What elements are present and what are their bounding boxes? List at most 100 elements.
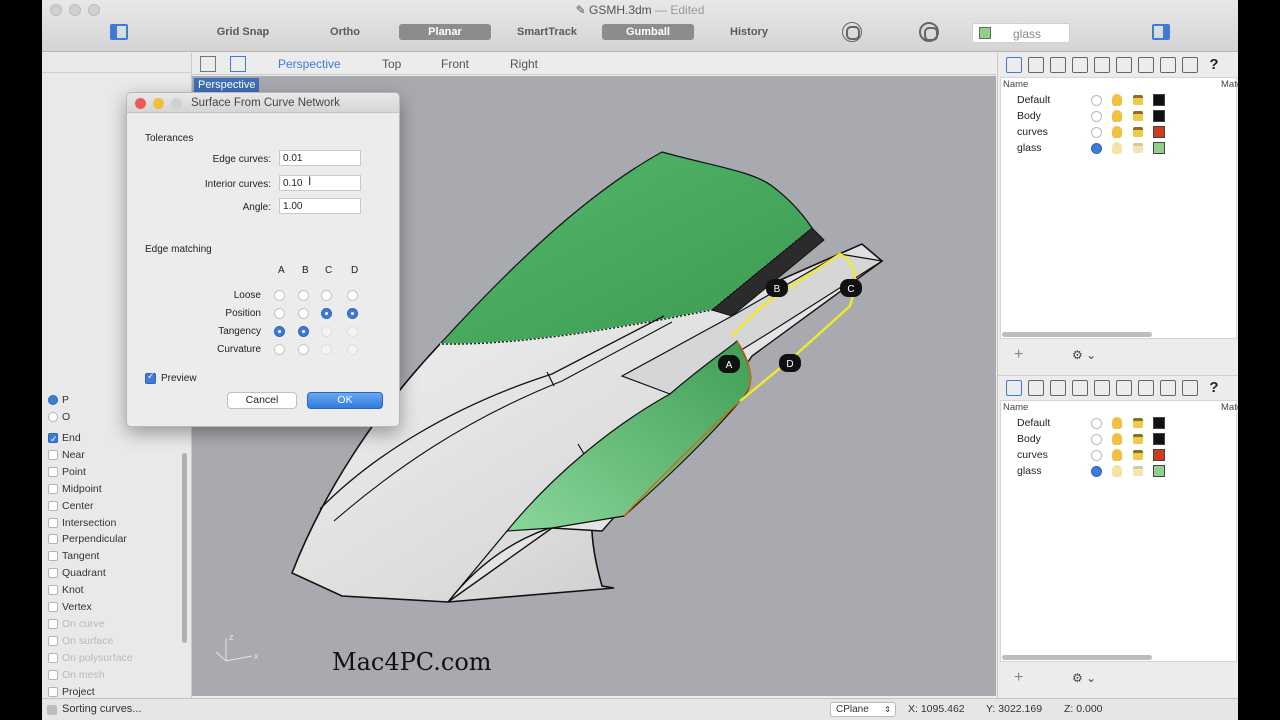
planar-toggle[interactable]: Planar (399, 24, 491, 40)
current-layer-radio[interactable] (1091, 418, 1102, 429)
current-layer-radio[interactable] (1091, 95, 1102, 106)
lightbulb-icon[interactable] (1112, 126, 1122, 138)
ok-button[interactable]: OK (307, 392, 383, 409)
current-layer-radio[interactable] (1091, 434, 1102, 445)
lightbulb-icon[interactable] (1112, 417, 1122, 429)
osnap-on-surface[interactable]: On surface (48, 633, 113, 649)
resize-grip-icon[interactable] (47, 705, 57, 715)
target-icon[interactable] (919, 22, 939, 42)
lock-icon[interactable] (1133, 111, 1143, 121)
notes-icon[interactable] (1138, 380, 1154, 396)
lock-icon[interactable] (1133, 466, 1143, 476)
layer-list-scrollbar[interactable] (1002, 332, 1152, 337)
current-layer-radio[interactable] (1091, 450, 1102, 461)
radio-position-a[interactable] (274, 308, 285, 319)
current-layer-radio[interactable] (1091, 111, 1102, 122)
radio-position-c[interactable] (321, 308, 332, 319)
lock-icon[interactable] (1133, 418, 1143, 428)
tab-top[interactable]: Top (382, 57, 401, 71)
lock-icon[interactable] (1133, 434, 1143, 444)
history-toggle[interactable]: History (714, 24, 784, 40)
radio-tangency-b[interactable] (298, 326, 309, 337)
layer-color-swatch[interactable] (1153, 94, 1165, 106)
current-layer-radio[interactable] (1091, 127, 1102, 138)
material-column-header[interactable]: Materia (1221, 79, 1238, 90)
cancel-button[interactable]: Cancel (227, 392, 297, 409)
monitor-icon[interactable] (1182, 380, 1198, 396)
dialog-minimize-button[interactable] (153, 98, 164, 109)
osnap-center[interactable]: Center (48, 498, 94, 514)
sun-icon[interactable] (1160, 57, 1176, 73)
radio-loose-b[interactable] (298, 290, 309, 301)
display-icon[interactable] (1116, 57, 1132, 73)
osnap-perpendicular[interactable]: Perpendicular (48, 531, 127, 547)
layer-options-gear-icon[interactable]: ⚙ ⌄ (1072, 669, 1100, 687)
left-sidebar-scrollbar[interactable] (182, 453, 187, 643)
tab-perspective[interactable]: Perspective (278, 57, 341, 71)
osnap-on-curve[interactable]: On curve (48, 616, 105, 632)
osnap-intersection[interactable]: Intersection (48, 515, 116, 531)
osnap-mode-radio-1[interactable]: O (48, 409, 70, 425)
name-column-header[interactable]: Name (1003, 402, 1028, 413)
display-icon[interactable] (1116, 380, 1132, 396)
layer-row-glass[interactable]: glass (1001, 463, 1238, 479)
interior-curves-field[interactable] (279, 175, 361, 191)
lightbulb-icon[interactable] (1112, 94, 1122, 106)
radio-position-b[interactable] (298, 308, 309, 319)
lightbulb-icon[interactable] (1112, 110, 1122, 122)
lightbulb-icon[interactable] (1112, 449, 1122, 461)
layer-row-curves[interactable]: curves (1001, 124, 1238, 140)
layer-row-glass[interactable]: glass (1001, 140, 1238, 156)
osnap-point[interactable]: Point (48, 464, 86, 480)
layer-options-gear-icon[interactable]: ⚙ ⌄ (1072, 346, 1100, 364)
osnap-on-mesh[interactable]: On mesh (48, 667, 105, 683)
osnap-midpoint[interactable]: Midpoint (48, 481, 102, 497)
toggle-right-sidebar-icon[interactable] (1152, 24, 1170, 40)
four-viewports-icon[interactable] (200, 56, 216, 72)
tab-right[interactable]: Right (510, 57, 538, 71)
marker-b[interactable]: B (766, 279, 788, 297)
angle-field[interactable] (279, 198, 361, 214)
layer-list-scrollbar[interactable] (1002, 655, 1152, 660)
current-layer-dropdown[interactable]: glass (972, 23, 1070, 43)
layers-icon[interactable] (1006, 57, 1022, 73)
current-layer-radio[interactable] (1091, 143, 1102, 154)
gumball-toggle[interactable]: Gumball (602, 24, 694, 40)
osnap-near[interactable]: Near (48, 447, 85, 463)
radio-tangency-a[interactable] (274, 326, 285, 337)
layer-color-swatch[interactable] (1153, 433, 1165, 445)
smarttrack-toggle[interactable]: SmartTrack (508, 24, 586, 40)
cplane-dropdown[interactable]: CPlane ⇕ (830, 702, 896, 717)
layer-row-body[interactable]: Body (1001, 108, 1238, 124)
osnap-mode-radio-0[interactable]: P (48, 392, 69, 408)
notes-icon[interactable] (1138, 57, 1154, 73)
help-icon[interactable]: ? (1206, 57, 1222, 73)
toggle-left-sidebar-icon[interactable] (110, 24, 128, 40)
marker-d[interactable]: D (779, 354, 801, 372)
object-icon[interactable] (1072, 57, 1088, 73)
lightbulb-icon[interactable] (1112, 465, 1122, 477)
tab-front[interactable]: Front (441, 57, 469, 71)
radio-loose-a[interactable] (274, 290, 285, 301)
layer-color-swatch[interactable] (1153, 142, 1165, 154)
ortho-toggle[interactable]: Ortho (310, 24, 380, 40)
layer-color-swatch[interactable] (1153, 110, 1165, 122)
radio-curvature-a[interactable] (274, 344, 285, 355)
layer-color-swatch[interactable] (1153, 449, 1165, 461)
osnap-end[interactable]: End (48, 430, 81, 447)
dialog-zoom-button[interactable] (171, 98, 182, 109)
osnap-tangent[interactable]: Tangent (48, 548, 99, 564)
lightbulb-icon[interactable] (1112, 433, 1122, 445)
layer-row-default[interactable]: Default (1001, 92, 1238, 108)
lock-icon[interactable] (1133, 143, 1143, 153)
osnap-vertex[interactable]: Vertex (48, 599, 92, 615)
marker-c[interactable]: C (840, 279, 862, 297)
preview-checkbox[interactable] (145, 371, 156, 384)
layer-color-swatch[interactable] (1153, 465, 1165, 477)
layer-row-curves[interactable]: curves (1001, 447, 1238, 463)
camera-icon[interactable] (1094, 57, 1110, 73)
clock-icon[interactable] (842, 22, 862, 42)
layer-color-swatch[interactable] (1153, 417, 1165, 429)
edge-curves-field[interactable] (279, 150, 361, 166)
current-layer-radio[interactable] (1091, 466, 1102, 477)
